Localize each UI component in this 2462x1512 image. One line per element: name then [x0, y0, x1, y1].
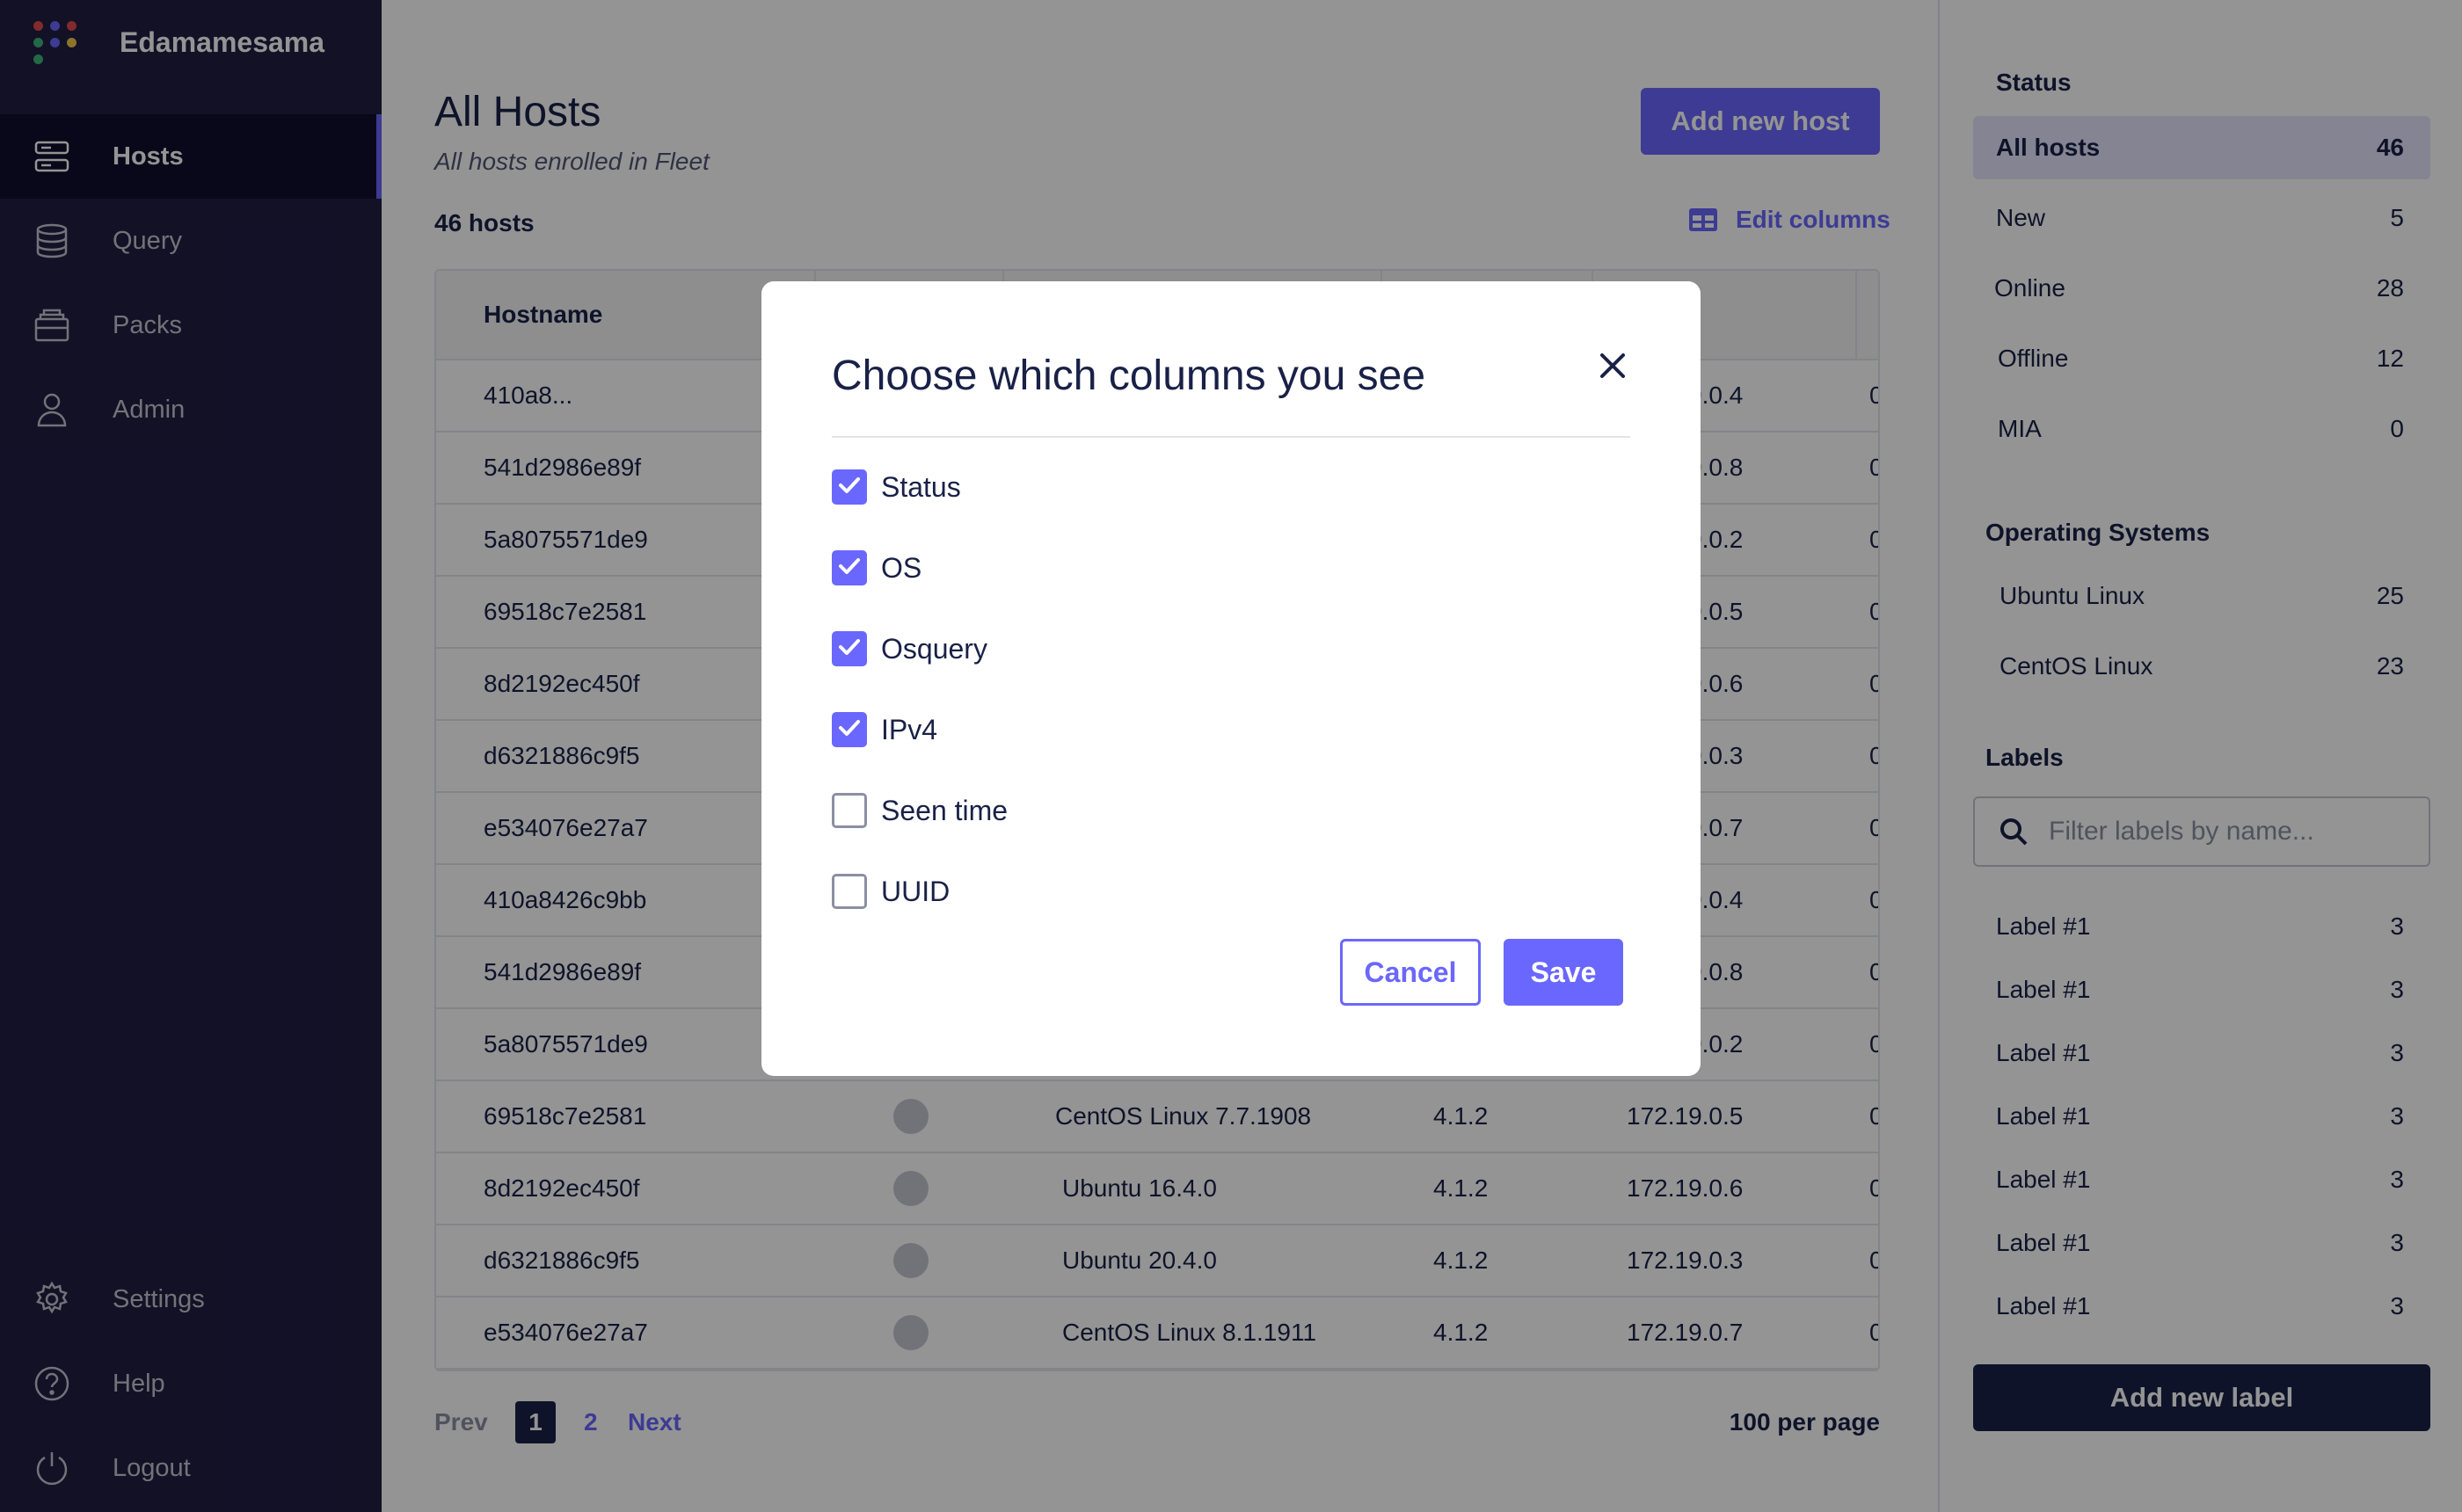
- column-checkbox[interactable]: [832, 874, 867, 909]
- column-checkbox[interactable]: [832, 712, 867, 747]
- close-button[interactable]: [1593, 348, 1632, 387]
- column-option[interactable]: UUID: [832, 872, 950, 911]
- column-option-label: OS: [881, 551, 922, 584]
- cancel-button[interactable]: Cancel: [1340, 939, 1481, 1006]
- column-option[interactable]: IPv4: [832, 710, 937, 749]
- column-option[interactable]: OS: [832, 549, 921, 587]
- checkmark-icon: [838, 637, 861, 661]
- column-option-label: Status: [881, 470, 961, 503]
- column-checkbox[interactable]: [832, 469, 867, 505]
- column-checkbox[interactable]: [832, 793, 867, 828]
- close-icon: [1599, 353, 1626, 383]
- save-button[interactable]: Save: [1504, 939, 1623, 1006]
- column-option[interactable]: Status: [832, 468, 961, 506]
- checkmark-icon: [838, 476, 861, 499]
- column-option[interactable]: Seen time: [832, 791, 1008, 830]
- checkmark-icon: [838, 718, 861, 742]
- column-option-label: IPv4: [881, 713, 938, 745]
- column-option-label: Osquery: [881, 632, 987, 665]
- column-checkbox[interactable]: [832, 550, 867, 585]
- column-option[interactable]: Osquery: [832, 629, 987, 668]
- modal-divider: [832, 436, 1630, 438]
- column-option-label: Seen time: [881, 794, 1009, 826]
- column-option-label: UUID: [881, 875, 951, 907]
- modal-title: Choose which columns you see: [832, 353, 1426, 399]
- column-checkbox[interactable]: [832, 631, 867, 666]
- checkmark-icon: [838, 556, 861, 580]
- edit-columns-modal: Choose which columns you see Status OS Osq…: [761, 281, 1701, 1076]
